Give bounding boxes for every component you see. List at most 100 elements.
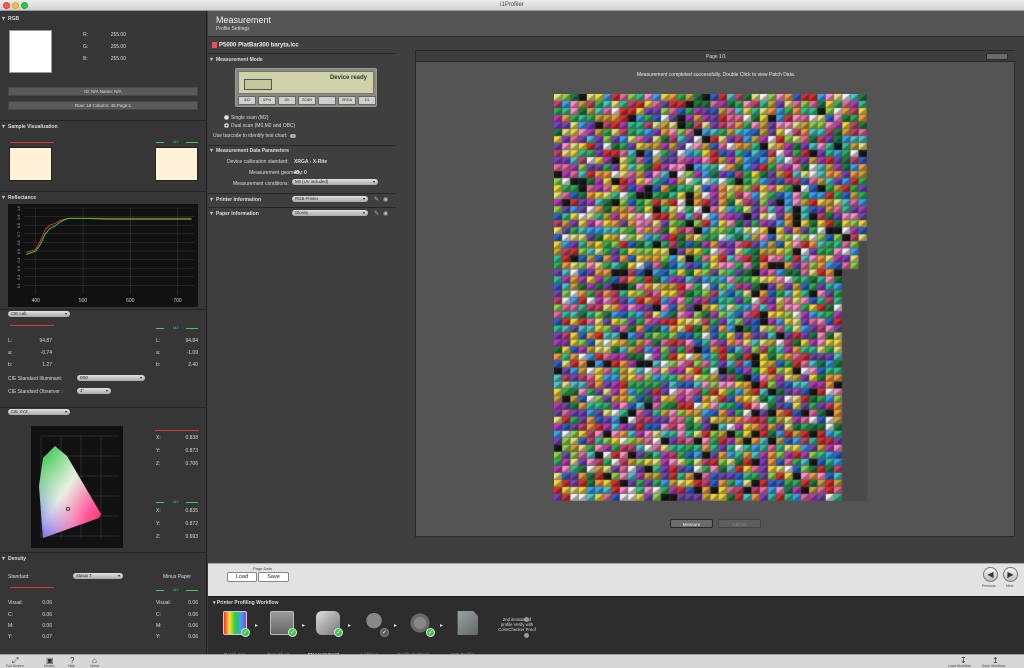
lab-l-label: L:	[8, 338, 13, 344]
xyz-y-label-m0: Y:	[156, 448, 161, 454]
lab-a-m2: -1.09	[186, 350, 198, 356]
bottom-toolbar: ⤢ Full Screen ▣ Modes ? Help ⌂ Home ↧ Lo…	[0, 654, 1024, 668]
dual-scan-option[interactable]: Dual scan (M0,M2 and OBC)	[224, 123, 295, 129]
dual-scan-radio[interactable]	[224, 123, 229, 129]
save-button[interactable]: Save	[258, 572, 289, 582]
left-info-panel: RGB R: 255.00 G: 255.00 B: 255.00 ID: N/…	[0, 11, 207, 654]
device-button-blank[interactable]	[318, 96, 336, 105]
cancel-button[interactable]: Cancel	[718, 519, 761, 528]
load-button[interactable]: Load	[227, 572, 257, 582]
workflow-step-profile-settings[interactable]: ✓	[404, 611, 437, 643]
device-button-i1pro[interactable]: i1Pro	[258, 96, 276, 105]
workflow-step-patch-set[interactable]: ✓	[219, 611, 252, 643]
barcode-label: Use barcode to identify test chart:	[213, 133, 288, 139]
observer-select[interactable]: 2°	[77, 388, 111, 394]
help-label: Help	[68, 664, 76, 668]
full-screen-label: Full Screen	[6, 664, 24, 668]
xyz-color-space-select[interactable]: CIE XYZ	[8, 409, 70, 415]
m2-indicator-line-left	[156, 142, 164, 143]
lab-a-label: a:	[8, 350, 13, 356]
density-c-m2: 0.06	[188, 612, 198, 618]
previous-button[interactable]: ◀	[983, 567, 998, 582]
reflectance-y-tick: 0.1	[17, 283, 21, 288]
measurement-mode-header[interactable]: Measurement Mode	[208, 56, 396, 64]
sample-visualization-header[interactable]: Sample Visualization	[0, 123, 207, 131]
printer-edit-icon[interactable]: ✎	[374, 196, 379, 203]
conditions-label: Measurement conditions:	[233, 181, 289, 187]
preview-zoom-control[interactable]	[986, 53, 1008, 60]
measurement-data-parameters-header[interactable]: Measurement Data Parameters	[208, 147, 396, 155]
measure-button[interactable]: Measure	[670, 519, 713, 528]
lab-b-label: b:	[8, 362, 13, 368]
previous-label: Previous	[982, 584, 996, 588]
reflectance-y-tick: 0.3	[17, 266, 21, 271]
density-standard-select[interactable]: Status T	[73, 573, 123, 579]
g-label: G:	[83, 44, 89, 50]
device-button-i1io[interactable]: i1iO	[238, 96, 256, 105]
barcode-toggle[interactable]	[290, 133, 297, 138]
rgb-section-header[interactable]: RGB	[0, 15, 207, 23]
workflow-step-test-chart[interactable]: ✓	[266, 611, 299, 643]
density-visual-label: Visual:	[8, 600, 23, 606]
xyz-z-m2: 0.693	[185, 534, 198, 540]
page-data-footer: Page Data Load Save ◀ Previous ▶ Next	[208, 563, 1024, 596]
page-subtitle: Profile Settings	[216, 26, 250, 32]
printer-view-icon[interactable]: ◉	[383, 196, 388, 203]
paper-edit-icon[interactable]: ✎	[374, 210, 379, 217]
xyz-x-m2: 0.835	[185, 508, 198, 514]
device-chart-icon	[244, 79, 272, 90]
reflectance-header[interactable]: Reflectance	[0, 194, 207, 202]
reflectance-y-tick: 0.7	[17, 232, 21, 237]
reflectance-y-tick: 0.4	[17, 258, 21, 263]
paper-information-header[interactable]: Paper Information	[208, 210, 288, 218]
lab-b-label-m2: b:	[156, 362, 161, 368]
geometry-value: 45 : 0	[294, 170, 307, 176]
paper-select[interactable]: Glossy	[292, 210, 368, 216]
minus-paper-label[interactable]: Minus Paper	[163, 574, 191, 580]
lab-l-label-m2: L:	[156, 338, 161, 344]
single-scan-radio[interactable]	[224, 115, 229, 121]
measurement-status-message: Measurement completed successfully. Doub…	[636, 72, 796, 78]
single-scan-option[interactable]: Single scan (M2)	[224, 115, 269, 121]
reflectance-x-tick: 400	[32, 298, 41, 304]
xyz-y-m2: 0.872	[185, 521, 198, 527]
device-button-xrga[interactable]: XRGA	[338, 96, 356, 105]
reflectance-y-tick: 0.8	[17, 223, 21, 228]
m2-lab-line-right	[186, 328, 198, 329]
m2-density-tag: M2	[173, 587, 179, 592]
profile-file-name: P5000 PlatBar300 baryta.icc	[212, 42, 299, 49]
printer-select[interactable]: RGB Printer	[292, 196, 368, 202]
printer-information-header[interactable]: Printer Information	[208, 196, 288, 204]
workflow-step-measurement[interactable]: ✓	[312, 611, 345, 643]
lab-b-m2: 2.40	[188, 362, 198, 368]
measured-patch-chart[interactable]	[554, 94, 867, 501]
m2-xyz-tag: M2	[173, 499, 179, 504]
density-header[interactable]: Density	[0, 555, 207, 563]
xyz-z-m0: 0.706	[185, 461, 198, 467]
conditions-select[interactable]: M0 (UV included)	[292, 179, 378, 185]
main-panel: Measurement Profile Settings P5000 PlatB…	[208, 11, 1024, 658]
note-info-icon[interactable]	[524, 617, 529, 622]
illuminant-label: CIE Standard Illuminant:	[8, 376, 63, 382]
workflow-title: ▾ Printer Profiling Workflow	[213, 600, 278, 606]
next-button[interactable]: ▶	[1003, 567, 1018, 582]
device-button-page[interactable]: 1/1	[358, 96, 376, 105]
illuminant-select[interactable]: D50	[77, 375, 145, 381]
observer-label: CIE Standard Observer :	[8, 389, 63, 395]
paper-view-icon[interactable]: ◉	[383, 210, 388, 217]
xyz-z-label-m0: Z:	[156, 461, 161, 467]
workflow-step-lighting[interactable]: ✓	[358, 611, 391, 643]
xyz-y-m0: 0.873	[185, 448, 198, 454]
density-y-m2: 0.06	[188, 634, 198, 640]
device-button-ok[interactable]: OK	[278, 96, 296, 105]
workflow-step-icc-profile[interactable]	[450, 611, 483, 643]
m2-density-line-left	[156, 590, 164, 591]
lab-color-space-select[interactable]: CIE Lab	[8, 311, 70, 317]
reflectance-y-tick: 0.9	[17, 215, 21, 220]
verify-info-icon[interactable]	[524, 633, 529, 638]
density-m-m2: 0.06	[188, 623, 198, 629]
modes-label: Modes	[44, 664, 55, 668]
device-button-scan[interactable]: SCAN	[298, 96, 316, 105]
lab-a-m0: -0.74	[40, 350, 52, 356]
barcode-option[interactable]: Use barcode to identify test chart:	[213, 133, 297, 139]
